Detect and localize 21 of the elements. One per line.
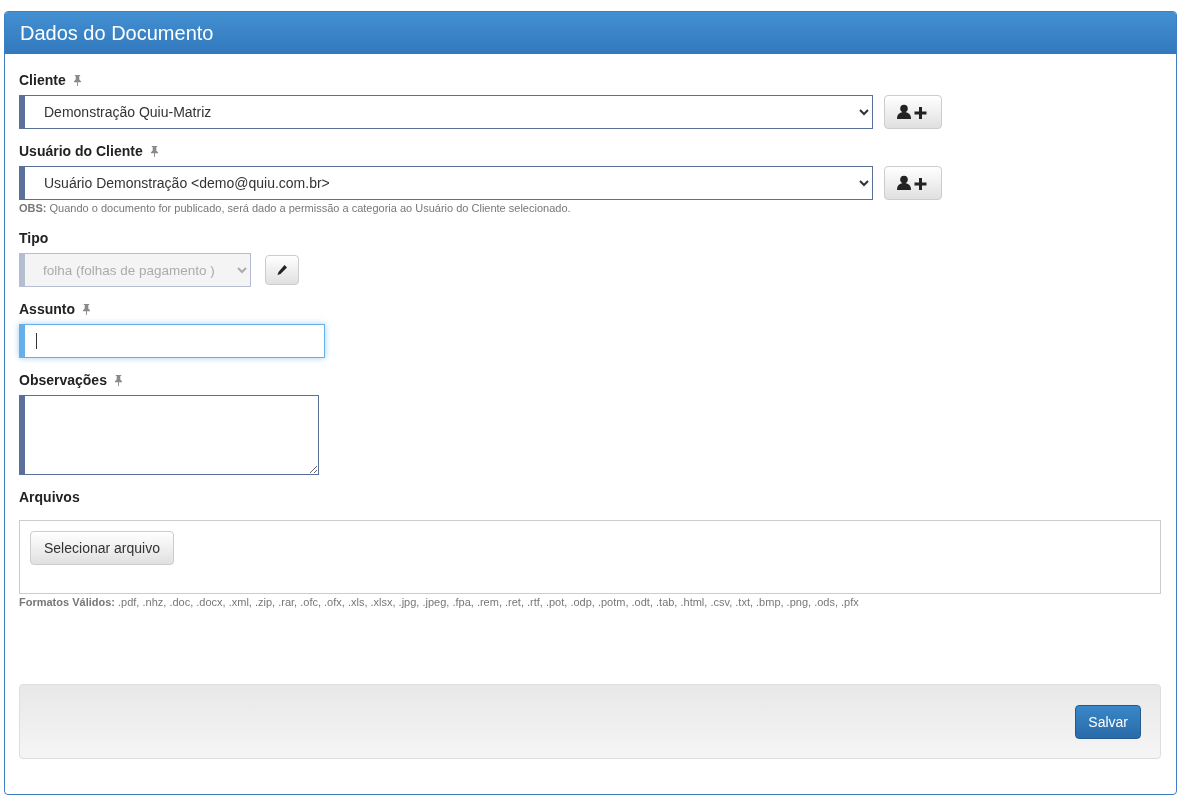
save-button[interactable]: Salvar bbox=[1075, 704, 1141, 739]
panel-title: Dados do Documento bbox=[20, 21, 214, 45]
text-input-field[interactable] bbox=[19, 324, 325, 358]
select-field[interactable]: Demonstração Quiu-Matriz bbox=[19, 95, 873, 129]
select-field[interactable]: Usuário Demonstração <demo@quiu.com.br> bbox=[19, 166, 873, 200]
field-label: Cliente bbox=[19, 72, 66, 88]
pencil-icon bbox=[276, 264, 288, 276]
add-user-button[interactable] bbox=[884, 95, 942, 129]
field-label: Arquivos bbox=[19, 489, 80, 505]
field-label: Assunto bbox=[19, 301, 75, 317]
add-user-button[interactable] bbox=[884, 166, 942, 200]
help-text: OBS: Quando o documento for publicado, será dado a permissão a categoria ao Usuário do Cliente selecionado. bbox=[19, 202, 572, 214]
text-area-field[interactable] bbox=[19, 395, 319, 475]
user-plus-icon bbox=[896, 175, 930, 191]
field-label: Usuário do Cliente bbox=[19, 143, 143, 159]
field-label: Observações bbox=[19, 372, 107, 388]
edit-button[interactable] bbox=[265, 255, 299, 285]
user-plus-icon bbox=[896, 104, 930, 120]
field-label: Tipo bbox=[19, 230, 49, 246]
select-file-button[interactable]: Selecionar arquivo bbox=[30, 531, 174, 565]
help-text: Formatos Válidos: .pdf, .nhz, .doc, .docx, .xml, .zip, .rar, .ofc, .ofx, .xls, .xlsx, .jpg, .jpeg, .fpa, .rem, .ret, .rtf, .pot, .odp, .potm, .odt, .tab, .html, .csv, .txt, .bmp, .png, .ods, .pfx bbox=[19, 596, 860, 608]
